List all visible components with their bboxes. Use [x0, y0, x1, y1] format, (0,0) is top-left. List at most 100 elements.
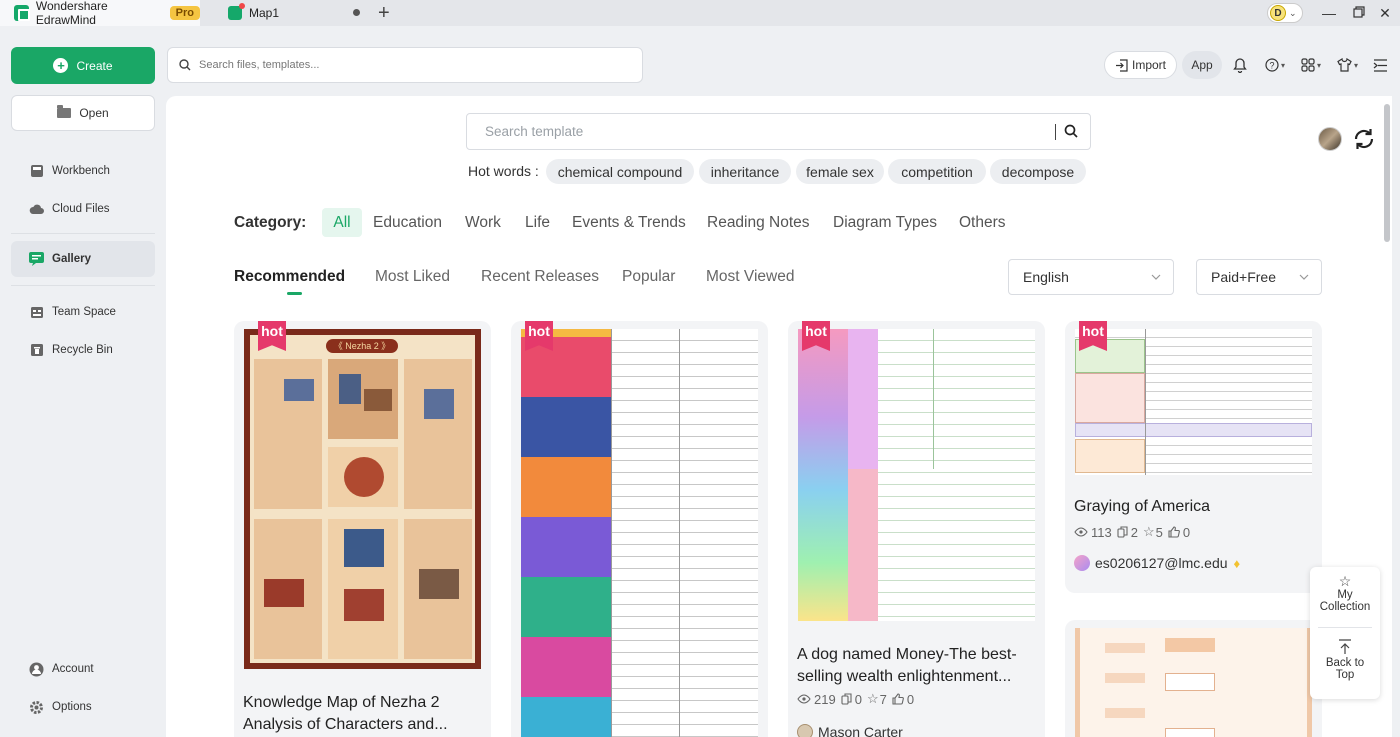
template-card[interactable]: hot 《 Nezha 2 》 Knowledge Map of Nezha 2…	[234, 321, 491, 737]
tab-popular[interactable]: Popular	[622, 268, 675, 286]
template-author[interactable]: Mason Carter	[797, 724, 903, 737]
template-card[interactable]	[1065, 620, 1322, 737]
chevron-down-icon	[1299, 274, 1309, 280]
hot-word-chip[interactable]: female sex	[796, 159, 884, 184]
title-bar: Wondershare EdrawMind Pro Map1 + D ⌄ — ✕	[0, 0, 1400, 27]
notification-bell-icon[interactable]	[1233, 56, 1247, 74]
svg-text:?: ?	[1270, 61, 1275, 71]
vip-diamond-icon: ♦	[1233, 555, 1241, 571]
hot-words-label: Hot words :	[468, 163, 539, 179]
tab-map1[interactable]: Map1	[214, 0, 374, 26]
sidebar-item-label: Workbench	[52, 165, 110, 177]
price-filter-value: Paid+Free	[1211, 269, 1276, 285]
minimize-icon[interactable]: —	[1320, 4, 1338, 22]
hot-word-chip[interactable]: inheritance	[699, 159, 791, 184]
views-stat: 113	[1074, 525, 1112, 540]
restore-icon[interactable]	[1350, 4, 1368, 22]
hot-word-chip[interactable]: decompose	[990, 159, 1086, 184]
author-avatar	[797, 724, 813, 737]
sidebar-item-options[interactable]: Options	[11, 689, 155, 725]
category-label: Category:	[234, 214, 307, 231]
team-space-icon	[29, 305, 44, 320]
tab-most-viewed[interactable]: Most Viewed	[706, 268, 794, 286]
eye-icon	[1074, 527, 1088, 537]
category-reading-notes[interactable]: Reading Notes	[707, 208, 810, 237]
global-search-bar[interactable]	[167, 47, 643, 83]
help-menu[interactable]: ? ▾	[1265, 56, 1285, 74]
new-tab-plus-icon[interactable]: +	[378, 3, 390, 23]
template-card[interactable]: hot	[511, 321, 768, 737]
author-name: Mason Carter	[818, 724, 903, 737]
chevron-down-icon	[1151, 274, 1161, 280]
user-menu[interactable]: D ⌄	[1267, 3, 1303, 23]
mindmap-file-icon	[228, 3, 245, 20]
template-title[interactable]: A dog named Money-The best-selling wealt…	[797, 644, 1029, 688]
open-button[interactable]: Open	[11, 95, 155, 131]
template-card[interactable]: hot A dog named Money-The best-selling w…	[788, 321, 1045, 737]
import-button[interactable]: Import	[1104, 51, 1177, 79]
sidebar: + Create Open Workbench Cloud Files Gall…	[0, 26, 166, 737]
template-search-input[interactable]	[485, 124, 1045, 139]
create-button[interactable]: + Create	[11, 47, 155, 84]
app-button[interactable]: App	[1182, 51, 1222, 79]
template-author[interactable]: es0206127@lmc.edu ♦	[1074, 555, 1240, 571]
template-thumbnail	[798, 329, 1035, 621]
unsaved-dot-icon[interactable]	[353, 9, 360, 16]
stars-stat: ☆ 5	[1142, 524, 1163, 540]
sidebar-item-gallery[interactable]: Gallery	[11, 241, 155, 277]
template-card[interactable]: hot Graying of America 113 2 ☆ 5 0 es0206…	[1065, 321, 1322, 593]
sidebar-item-team-space[interactable]: Team Space	[11, 294, 155, 330]
author-name: es0206127@lmc.edu	[1095, 555, 1228, 571]
pro-badge[interactable]: Pro	[169, 6, 200, 20]
skin-menu[interactable]: ▾	[1337, 56, 1358, 74]
language-value: English	[1023, 269, 1069, 285]
gallery-panel: Hot words : chemical compound inheritanc…	[166, 96, 1392, 737]
shirt-icon	[1337, 58, 1352, 72]
template-title[interactable]: Graying of America	[1074, 496, 1306, 518]
tab-most-liked[interactable]: Most Liked	[375, 268, 450, 286]
sidebar-item-label: Options	[52, 701, 92, 713]
language-select[interactable]: English	[1008, 259, 1174, 295]
category-others[interactable]: Others	[959, 208, 1006, 237]
apps-menu[interactable]: ▾	[1301, 56, 1321, 74]
category-work[interactable]: Work	[465, 208, 501, 237]
search-icon[interactable]	[1064, 124, 1078, 138]
template-title[interactable]: Knowledge Map of Nezha 2 Analysis of Cha…	[243, 692, 475, 736]
arrow-up-icon	[1310, 639, 1380, 657]
tab-recommended[interactable]: Recommended	[234, 268, 345, 286]
category-all[interactable]: All	[322, 208, 362, 237]
edrawmind-logo-icon	[14, 5, 30, 21]
price-filter-select[interactable]: Paid+Free	[1196, 259, 1322, 295]
profile-avatar[interactable]	[1318, 127, 1342, 151]
panel-divider	[1318, 627, 1372, 628]
sidebar-item-cloud-files[interactable]: Cloud Files	[11, 191, 155, 227]
help-icon: ?	[1265, 58, 1279, 72]
hot-word-chip[interactable]: chemical compound	[546, 159, 694, 184]
plus-icon: +	[53, 58, 69, 73]
my-collection-button[interactable]: ☆ My Collection	[1310, 573, 1380, 613]
template-search-bar[interactable]	[466, 113, 1091, 150]
category-events-trends[interactable]: Events & Trends	[572, 208, 686, 237]
sidebar-item-workbench[interactable]: Workbench	[11, 153, 155, 189]
sidebar-item-account[interactable]: Account	[11, 651, 155, 687]
category-education[interactable]: Education	[373, 208, 442, 237]
sidebar-item-label: Recycle Bin	[52, 344, 113, 356]
tab-recent-releases[interactable]: Recent Releases	[481, 268, 599, 286]
create-label: Create	[76, 58, 113, 73]
category-diagram-types[interactable]: Diagram Types	[833, 208, 937, 237]
floating-actions-panel: ☆ My Collection Back to Top	[1310, 567, 1380, 699]
back-to-top-button[interactable]: Back to Top	[1310, 639, 1380, 681]
refresh-icon[interactable]	[1352, 127, 1376, 151]
category-life[interactable]: Life	[525, 208, 550, 237]
scrollbar-thumb[interactable]	[1384, 104, 1390, 242]
star-icon: ☆	[866, 691, 879, 706]
stars-stat: ☆ 7	[866, 691, 887, 707]
tab-home[interactable]: Wondershare EdrawMind Pro	[0, 0, 200, 27]
collapse-panel-icon[interactable]	[1373, 56, 1388, 74]
global-search-input[interactable]	[199, 59, 599, 71]
sidebar-item-recycle-bin[interactable]: Recycle Bin	[11, 332, 155, 368]
hot-word-chip[interactable]: competition	[888, 159, 986, 184]
template-stats: 219 0 ☆ 7 0	[797, 691, 919, 707]
close-icon[interactable]: ✕	[1376, 4, 1394, 22]
folder-icon	[57, 105, 72, 118]
